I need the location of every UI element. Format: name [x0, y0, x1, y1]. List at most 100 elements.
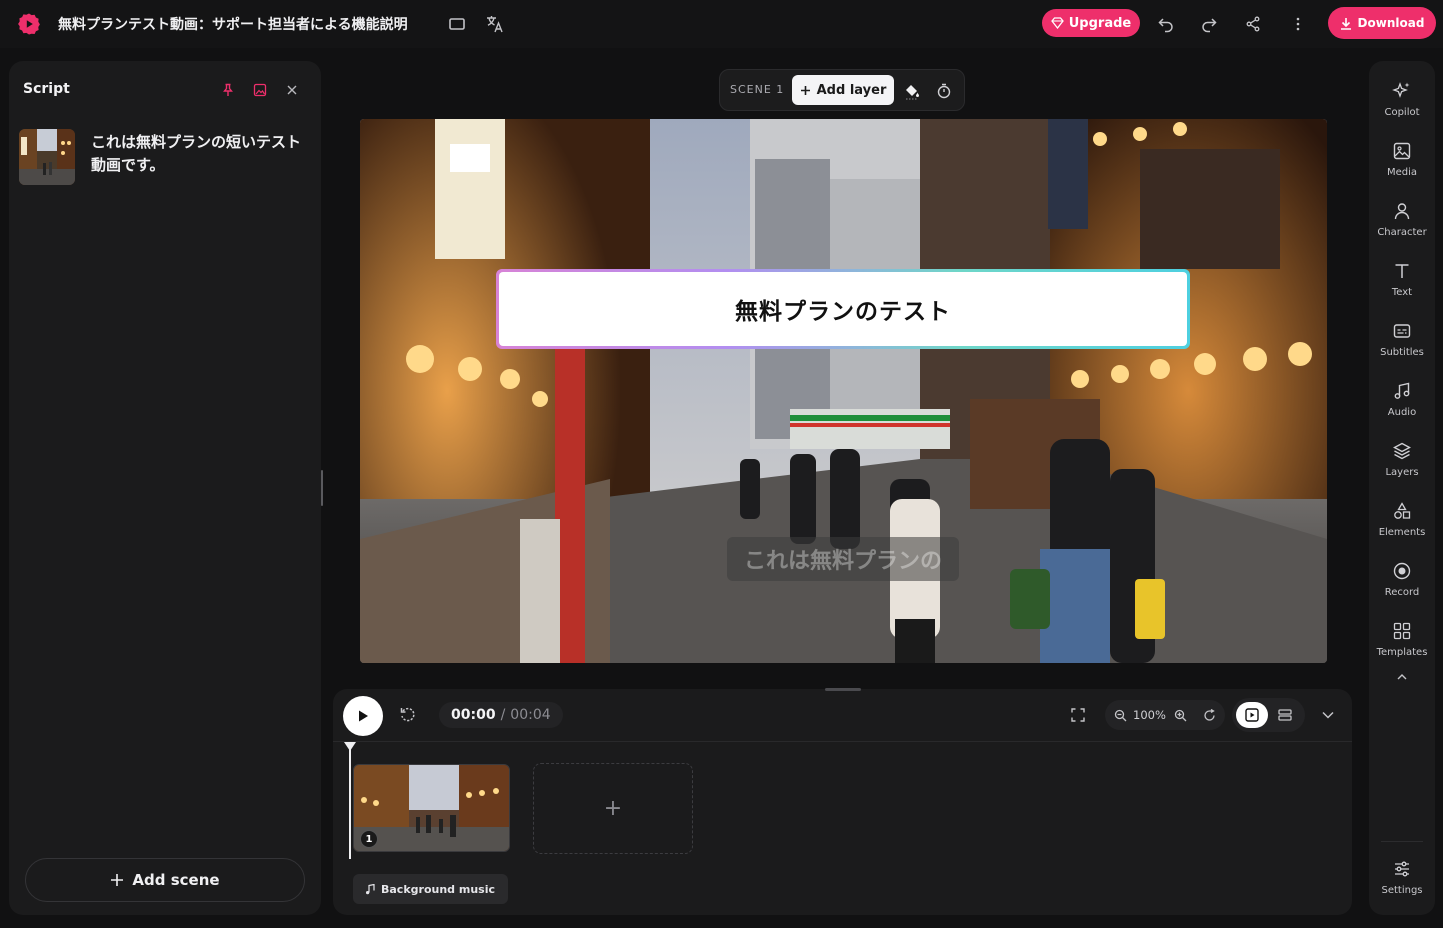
plus-icon	[800, 85, 811, 96]
sidebar-item-label: Copilot	[1384, 107, 1420, 118]
project-title[interactable]: 無料プランテスト動画：サポート担当者による機能説明	[58, 14, 408, 34]
sidebar-item-label: Audio	[1387, 407, 1417, 418]
sidebar-item-label: Layers	[1385, 467, 1419, 478]
subtitles-icon	[1391, 320, 1413, 342]
sidebar-item-subtitles[interactable]: Subtitles	[1369, 316, 1435, 372]
replay-icon[interactable]	[397, 704, 419, 726]
undo-icon[interactable]	[1154, 12, 1178, 36]
time-display: 00:00 / 00:04	[439, 702, 563, 728]
sparkle-icon	[1391, 80, 1413, 102]
script-panel-title: Script	[23, 81, 70, 97]
zoom-controls: 100%	[1105, 700, 1225, 730]
background-music-track[interactable]: Background music	[353, 874, 508, 904]
download-icon	[1340, 17, 1352, 30]
add-scene-label: Add scene	[132, 871, 220, 889]
scene-toolbar: SCENE 1 Add layer	[719, 69, 965, 111]
total-time: 00:04	[510, 707, 551, 723]
download-button[interactable]: Download	[1328, 7, 1436, 39]
upgrade-label: Upgrade	[1068, 15, 1132, 31]
pin-icon[interactable]	[219, 81, 237, 99]
music-icon	[1391, 380, 1413, 402]
sidebar-item-record[interactable]: Record	[1369, 556, 1435, 612]
clip-number-badge: 1	[360, 830, 378, 848]
reset-zoom-icon[interactable]	[1200, 706, 1218, 724]
timeline-resize-handle[interactable]	[825, 688, 861, 691]
shapes-icon	[1391, 500, 1413, 522]
close-icon[interactable]	[283, 81, 301, 99]
timeline-view-toggle	[1232, 698, 1305, 732]
sidebar-item-label: Text	[1391, 287, 1413, 298]
sidebar-item-audio[interactable]: Audio	[1369, 376, 1435, 432]
timeline-panel: 00:00 / 00:04 100% 1 + Background music	[333, 688, 1352, 915]
list-view-icon[interactable]	[1276, 706, 1294, 724]
upgrade-button[interactable]: Upgrade	[1042, 9, 1140, 37]
current-time: 00:00	[451, 707, 496, 723]
sidebar-item-copilot[interactable]: Copilot	[1369, 76, 1435, 132]
image-toggle-icon[interactable]	[251, 81, 269, 99]
add-layer-button[interactable]: Add layer	[792, 75, 894, 105]
time-separator: /	[500, 707, 506, 723]
timeline-divider	[333, 741, 1352, 742]
sidebar-item-label: Character	[1377, 227, 1427, 238]
add-layer-label: Add layer	[816, 82, 887, 98]
sliders-icon	[1391, 858, 1413, 880]
sidebar-item-text[interactable]: Text	[1369, 256, 1435, 312]
chevron-down-icon[interactable]	[1318, 705, 1338, 725]
add-scene-button[interactable]: Add scene	[25, 858, 305, 902]
subtitle-overlay[interactable]: これは無料プランの	[727, 537, 959, 581]
image-icon	[1391, 140, 1413, 162]
title-text-layer[interactable]: 無料プランのテスト	[496, 269, 1190, 349]
script-panel: Script これは無料プランの短いテスト動画です。 Add scene	[9, 61, 321, 915]
sidebar-item-label: Record	[1384, 587, 1420, 598]
right-sidebar: Copilot Media Character Text Subtitles A…	[1369, 61, 1435, 915]
more-icon[interactable]	[1286, 12, 1310, 36]
sidebar-item-templates[interactable]: Templates	[1369, 616, 1435, 672]
download-label: Download	[1357, 16, 1425, 30]
translate-icon[interactable]	[483, 12, 507, 36]
scene-thumbnail[interactable]	[19, 129, 75, 185]
timer-icon[interactable]	[934, 81, 954, 101]
sidebar-item-layers[interactable]: Layers	[1369, 436, 1435, 492]
scene-view-button[interactable]	[1236, 702, 1268, 728]
redo-icon[interactable]	[1197, 12, 1221, 36]
settings-label: Settings	[1381, 885, 1423, 896]
scene-script-text[interactable]: これは無料プランの短いテスト動画です。	[91, 131, 311, 177]
sidebar-item-label: Templates	[1376, 647, 1428, 658]
zoom-level: 100%	[1133, 708, 1166, 722]
sidebar-item-label: Elements	[1378, 527, 1426, 538]
share-icon[interactable]	[1241, 12, 1265, 36]
music-note-icon	[365, 883, 375, 895]
fill-bucket-icon[interactable]	[902, 81, 922, 101]
sidebar-item-media[interactable]: Media	[1369, 136, 1435, 192]
layers-icon	[1391, 440, 1413, 462]
chevron-up-icon[interactable]	[1396, 673, 1408, 683]
add-clip-button[interactable]: +	[533, 763, 693, 854]
plus-icon	[110, 873, 124, 887]
top-bar: 無料プランテスト動画：サポート担当者による機能説明 Upgrade Downlo…	[0, 0, 1443, 48]
play-button[interactable]	[343, 696, 383, 736]
text-icon	[1391, 260, 1413, 282]
panel-resize-handle[interactable]	[321, 470, 323, 506]
aspect-ratio-icon[interactable]	[445, 12, 469, 36]
title-text[interactable]: 無料プランのテスト	[499, 272, 1187, 346]
sidebar-item-character[interactable]: Character	[1369, 196, 1435, 252]
street-scene-image	[360, 119, 1327, 663]
fullscreen-icon[interactable]	[1068, 705, 1088, 725]
background-music-label: Background music	[381, 882, 495, 896]
scene-label: SCENE 1	[730, 83, 785, 96]
video-preview[interactable]	[360, 119, 1327, 663]
playhead[interactable]	[349, 744, 351, 859]
sidebar-item-settings[interactable]: Settings	[1369, 854, 1435, 910]
scene-clip[interactable]: 1	[353, 764, 510, 852]
sidebar-item-label: Media	[1386, 167, 1418, 178]
play-icon	[357, 709, 369, 723]
zoom-in-icon[interactable]	[1171, 706, 1189, 724]
sidebar-item-elements[interactable]: Elements	[1369, 496, 1435, 552]
zoom-out-icon[interactable]	[1111, 706, 1129, 724]
sidebar-divider	[1381, 841, 1423, 842]
gem-icon	[1050, 17, 1064, 29]
sidebar-item-label: Subtitles	[1380, 347, 1424, 358]
logo-icon[interactable]	[17, 12, 41, 36]
record-icon	[1391, 560, 1413, 582]
person-icon	[1391, 200, 1413, 222]
